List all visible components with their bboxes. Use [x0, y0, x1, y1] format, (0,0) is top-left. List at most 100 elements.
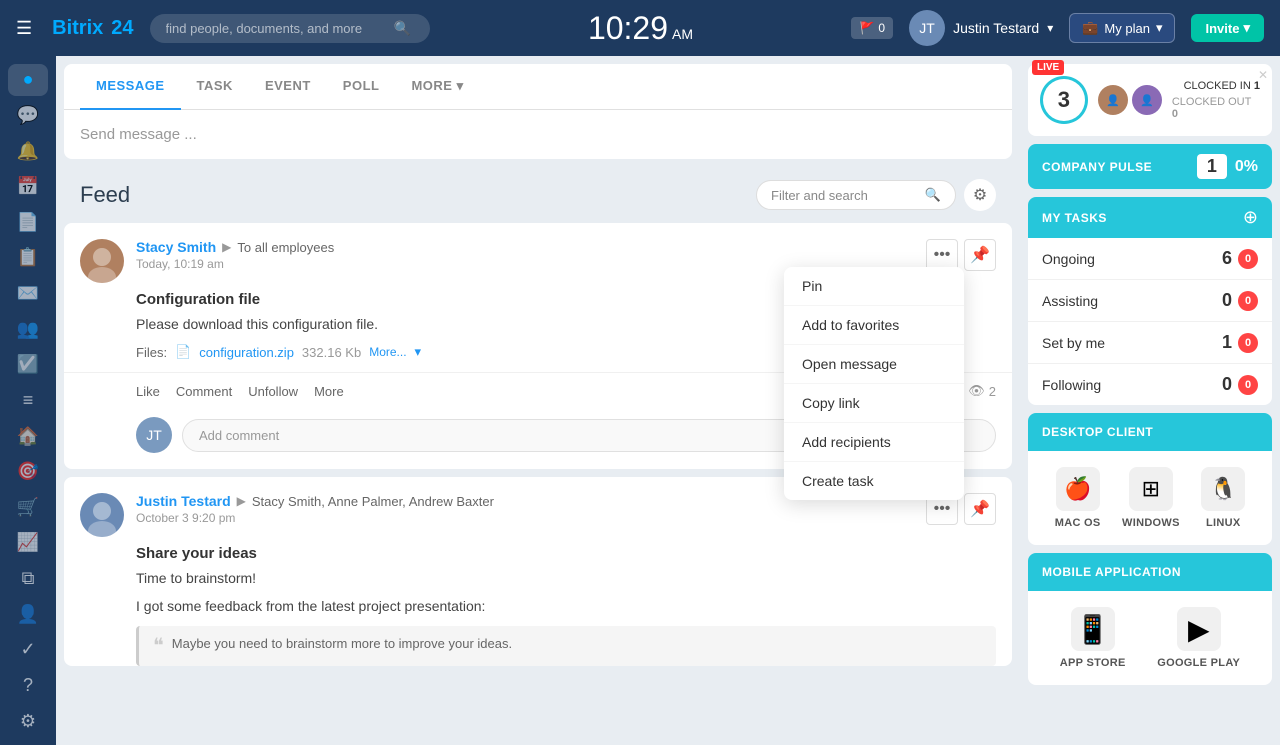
macos-label: MAC OS: [1055, 517, 1101, 529]
tab-task[interactable]: TASK: [181, 64, 249, 110]
post-author-name-2[interactable]: Justin Testard: [136, 493, 231, 509]
file-name-1[interactable]: configuration.zip: [199, 345, 294, 360]
feed-title: Feed: [80, 182, 130, 208]
linux-icon: 🐧: [1201, 467, 1245, 511]
company-pulse-widget: COMPANY PULSE 1 0%: [1028, 144, 1272, 189]
clocked-info: CLOCKED IN 1 CLOCKED OUT 0: [1172, 80, 1260, 120]
sidebar-item-complete[interactable]: ✓: [8, 634, 48, 666]
sidebar-item-layers[interactable]: ⧉: [8, 563, 48, 595]
search-icon: 🔍: [394, 20, 411, 37]
feed-settings-button[interactable]: ⚙: [964, 179, 996, 211]
post-body-2: Share your ideas Time to brainstorm! I g…: [64, 537, 1012, 666]
desktop-macos[interactable]: 🍎 MAC OS: [1055, 467, 1101, 529]
search-bar[interactable]: 🔍: [150, 14, 430, 43]
live-avatar-1: 👤: [1098, 85, 1128, 115]
task-label-ongoing: Ongoing: [1042, 251, 1095, 267]
sidebar-item-help[interactable]: ?: [8, 670, 48, 702]
sidebar-item-team[interactable]: 👤: [8, 598, 48, 630]
user-menu[interactable]: JT Justin Testard ▾: [909, 10, 1053, 46]
pulse-counts: 1 0%: [1197, 154, 1258, 179]
context-menu-task[interactable]: Create task: [784, 462, 964, 500]
myplan-button[interactable]: 💼 My plan ▾: [1069, 13, 1175, 43]
post-text-2b: I got some feedback from the latest proj…: [136, 598, 996, 614]
author-info-1: Stacy Smith ▶ To all employees Today, 10…: [80, 239, 334, 283]
chevron-down-icon: ▾: [415, 344, 422, 360]
mobile-appstore[interactable]: 📱 APP STORE: [1060, 607, 1126, 669]
filter-search-bar[interactable]: Filter and search 🔍: [756, 180, 956, 210]
task-row-assisting[interactable]: Assisting 0 0: [1028, 280, 1272, 322]
sidebar-item-chat[interactable]: 💬: [8, 100, 48, 132]
chevron-down-icon: ▾: [1156, 20, 1163, 36]
post-time-1: Today, 10:19 am: [136, 257, 334, 271]
tab-message[interactable]: MESSAGE: [80, 64, 181, 110]
unfollow-button-1[interactable]: Unfollow: [248, 384, 298, 399]
more-button-1[interactable]: More: [314, 384, 344, 399]
tasks-header-label: MY TASKS: [1042, 211, 1107, 225]
message-input-area[interactable]: Send message ...: [64, 110, 1012, 159]
post-author-name-1[interactable]: Stacy Smith: [136, 239, 216, 255]
sidebar-item-docs[interactable]: 📄: [8, 207, 48, 239]
task-row-setbyme[interactable]: Set by me 1 0: [1028, 322, 1272, 364]
context-menu: Pin Add to favorites Open message Copy l…: [784, 267, 964, 500]
task-count-blue-following: 0: [1222, 374, 1232, 395]
post-pin-button-2[interactable]: 📌: [964, 493, 996, 525]
windows-label: WINDOWS: [1122, 517, 1180, 529]
sidebar-item-feed[interactable]: ●: [8, 64, 48, 96]
sidebar-item-home[interactable]: 🏠: [8, 420, 48, 452]
post-pin-button-1[interactable]: 📌: [964, 239, 996, 271]
live-widget: LIVE 3 👤 👤 CLOCKED IN 1 CLOCKED OUT 0 ✕: [1028, 64, 1272, 136]
center-content: MESSAGE TASK EVENT POLL MORE ▾ Send mess…: [56, 56, 1020, 745]
comment-button-1[interactable]: Comment: [176, 384, 232, 399]
mobile-googleplay[interactable]: ▶ GOOGLE PLAY: [1157, 607, 1240, 669]
sidebar-item-cart[interactable]: 🛒: [8, 492, 48, 524]
live-avatars: 👤 👤: [1098, 85, 1162, 115]
desktop-windows[interactable]: ⊞ WINDOWS: [1122, 467, 1180, 529]
close-live-widget[interactable]: ✕: [1258, 68, 1268, 82]
like-button-1[interactable]: Like: [136, 384, 160, 399]
search-input[interactable]: [166, 21, 386, 36]
task-count-red-assisting: 0: [1238, 291, 1258, 311]
task-row-following[interactable]: Following 0 0: [1028, 364, 1272, 405]
sidebar-item-calendar[interactable]: 📅: [8, 171, 48, 203]
sidebar-item-user-settings[interactable]: ⚙: [8, 705, 48, 737]
invite-button[interactable]: Invite ▾: [1191, 14, 1264, 42]
desktop-linux[interactable]: 🐧 LINUX: [1201, 467, 1245, 529]
mobile-header-label: MOBILE APPLICATION: [1042, 565, 1181, 579]
file-size-1: 332.16 Kb: [302, 345, 361, 360]
top-navigation: ☰ Bitrix24 🔍 10:29AM 🚩 0 JT Justin Testa…: [0, 0, 1280, 56]
context-menu-open[interactable]: Open message: [784, 345, 964, 384]
sidebar-item-target[interactable]: 🎯: [8, 456, 48, 488]
main-layout: ● 💬 🔔 📅 📄 📋 ✉️ 👥 ☑️ ≡ 🏠 🎯 🛒 📈 ⧉ 👤 ✓ ? ⚙ …: [0, 56, 1280, 745]
post-composer: MESSAGE TASK EVENT POLL MORE ▾ Send mess…: [64, 64, 1012, 159]
hamburger-menu[interactable]: ☰: [16, 18, 32, 39]
clocked-out-label: CLOCKED OUT 0: [1172, 96, 1260, 120]
sidebar-item-analytics[interactable]: 📈: [8, 527, 48, 559]
tab-more[interactable]: MORE ▾: [395, 64, 479, 110]
task-count-red-setbyme: 0: [1238, 333, 1258, 353]
tab-event[interactable]: EVENT: [249, 64, 327, 110]
mobile-app-widget: MOBILE APPLICATION 📱 APP STORE ▶ GOOGLE …: [1028, 553, 1272, 685]
context-menu-copy[interactable]: Copy link: [784, 384, 964, 423]
pulse-label: COMPANY PULSE: [1042, 160, 1152, 174]
post-time-2: October 3 9:20 pm: [136, 511, 494, 525]
task-row-ongoing[interactable]: Ongoing 6 0: [1028, 238, 1272, 280]
tab-poll[interactable]: POLL: [327, 64, 396, 110]
desktop-header: DESKTOP CLIENT: [1028, 413, 1272, 451]
context-menu-pin[interactable]: Pin: [784, 267, 964, 306]
file-icon: 📄: [175, 344, 191, 360]
flag-button[interactable]: 🚩 0: [851, 17, 893, 39]
tasks-add-button[interactable]: ⊕: [1243, 207, 1258, 228]
context-menu-favorites[interactable]: Add to favorites: [784, 306, 964, 345]
sidebar-item-mail[interactable]: ✉️: [8, 278, 48, 310]
sidebar-item-tasks-list[interactable]: 📋: [8, 242, 48, 274]
file-more-link[interactable]: More...: [369, 345, 406, 359]
desktop-client-widget: DESKTOP CLIENT 🍎 MAC OS ⊞ WINDOWS 🐧 LINU…: [1028, 413, 1272, 545]
appstore-icon: 📱: [1071, 607, 1115, 651]
sidebar-item-filter[interactable]: ≡: [8, 385, 48, 417]
sidebar-item-check[interactable]: ☑️: [8, 349, 48, 381]
post-avatar-1: [80, 239, 124, 283]
desktop-icons: 🍎 MAC OS ⊞ WINDOWS 🐧 LINUX: [1028, 451, 1272, 545]
sidebar-item-contacts[interactable]: 👥: [8, 313, 48, 345]
sidebar-item-notifications[interactable]: 🔔: [8, 135, 48, 167]
context-menu-recipients[interactable]: Add recipients: [784, 423, 964, 462]
